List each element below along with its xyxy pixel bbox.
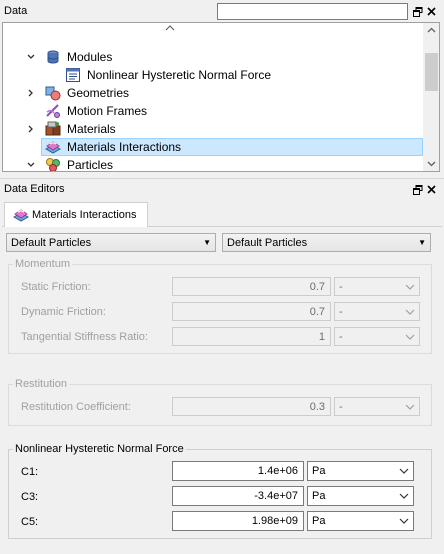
close-icon	[427, 7, 436, 16]
unit-value: -	[339, 330, 343, 343]
unit-value: -	[339, 305, 343, 318]
database-icon	[45, 49, 61, 65]
chevron-down-icon[interactable]	[25, 51, 37, 63]
tree-item-nonlinear-hysteretic-normal-force[interactable]: Nonlinear Hysteretic Normal Force	[3, 66, 439, 84]
c5-input[interactable]: 1.98e+09	[172, 511, 304, 531]
c1-unit-select[interactable]: Pa	[307, 461, 414, 481]
scroll-up-indicator[interactable]	[163, 23, 177, 33]
chevron-down-icon	[427, 161, 436, 167]
tree-item-materials[interactable]: Materials	[3, 120, 439, 138]
data-panel-title: Data	[4, 5, 28, 17]
restitution-coefficient-label: Restitution Coefficient:	[21, 401, 131, 413]
scroll-up-button[interactable]	[423, 23, 439, 37]
particle-b-select[interactable]: Default Particles ▼	[222, 233, 431, 252]
c3-label: C3:	[21, 491, 39, 503]
tangential-stiffness-ratio-label: Tangential Stiffness Ratio:	[21, 331, 148, 343]
restitution-title: Restitution	[13, 378, 69, 390]
materials-interactions-icon	[12, 207, 30, 223]
chevron-up-icon	[165, 25, 175, 31]
dropdown-arrow-icon: ▼	[203, 238, 211, 247]
tab-label: Materials Interactions	[32, 209, 137, 221]
close-panel-button[interactable]	[426, 6, 437, 17]
chevron-right-icon[interactable]	[25, 87, 37, 99]
close-panel-button[interactable]	[426, 184, 437, 195]
chevron-down-icon	[405, 284, 415, 290]
tree-item-label: Particles	[67, 158, 114, 172]
chevron-right-icon[interactable]	[25, 123, 37, 135]
dynamic-friction-input[interactable]: 0.7	[172, 302, 331, 321]
geometries-icon	[45, 85, 61, 101]
chevron-down-icon	[399, 468, 409, 474]
c3-unit-select[interactable]: Pa	[307, 486, 414, 506]
unit-value: -	[339, 400, 343, 413]
static-friction-unit-select[interactable]: -	[334, 277, 420, 296]
c1-label: C1:	[21, 466, 39, 478]
static-friction-input[interactable]: 0.7	[172, 277, 331, 296]
restitution-coefficient-input[interactable]: 0.3	[172, 397, 331, 416]
tree-item-label: Motion Frames	[67, 104, 148, 118]
tree-item-label: Nonlinear Hysteretic Normal Force	[87, 68, 272, 82]
dynamic-friction-unit-select[interactable]: -	[334, 302, 420, 321]
chevron-down-icon	[399, 493, 409, 499]
particle-a-select[interactable]: Default Particles ▼	[6, 233, 216, 252]
tree-item-label: Materials Interactions	[67, 140, 182, 154]
chevron-down-icon[interactable]	[25, 159, 37, 171]
tree-item-materials-interactions[interactable]: Materials Interactions	[3, 138, 439, 156]
restitution-coefficient-unit-select[interactable]: -	[334, 397, 420, 416]
tree-item-label: Modules	[67, 50, 113, 64]
tab-materials-interactions[interactable]: Materials Interactions	[4, 202, 148, 227]
unit-value: Pa	[312, 465, 326, 477]
nonlinear-hysteretic-title: Nonlinear Hysteretic Normal Force	[13, 443, 186, 455]
restore-window-icon	[412, 6, 422, 17]
float-panel-button[interactable]	[412, 6, 423, 17]
data-editors-title: Data Editors	[4, 183, 65, 195]
particle-b-value: Default Particles	[227, 236, 308, 249]
dynamic-friction-label: Dynamic Friction:	[21, 306, 106, 318]
tree-item-particles[interactable]: Particles	[3, 156, 439, 172]
particle-a-value: Default Particles	[11, 236, 92, 249]
float-panel-button[interactable]	[412, 184, 423, 195]
tree-scrollbar[interactable]	[423, 23, 439, 171]
restore-window-icon	[412, 184, 422, 195]
c5-unit-select[interactable]: Pa	[307, 511, 414, 531]
chevron-down-icon	[405, 309, 415, 315]
tree-item-geometries[interactable]: Geometries	[3, 84, 439, 102]
scroll-thumb[interactable]	[425, 53, 438, 91]
tree-item-modules[interactable]: Modules	[3, 48, 439, 66]
tangential-stiffness-ratio-unit-select[interactable]: -	[334, 327, 420, 346]
c1-input[interactable]: 1.4e+06	[172, 461, 304, 481]
chevron-up-icon	[427, 27, 436, 33]
chevron-down-icon	[399, 518, 409, 524]
materials-interactions-icon	[44, 139, 62, 155]
unit-value: Pa	[312, 515, 326, 527]
materials-icon	[45, 121, 61, 137]
close-icon	[427, 185, 436, 194]
tree-item-label: Geometries	[67, 86, 130, 100]
unit-value: Pa	[312, 490, 326, 502]
dropdown-arrow-icon: ▼	[418, 238, 426, 247]
panel-splitter[interactable]	[0, 178, 444, 179]
tree-item-label: Materials	[67, 122, 116, 136]
chevron-down-icon	[405, 404, 415, 410]
c5-label: C5:	[21, 516, 39, 528]
unit-value: -	[339, 280, 343, 293]
tangential-stiffness-ratio-input[interactable]: 1	[172, 327, 331, 346]
motion-frames-icon	[45, 103, 61, 119]
data-tree[interactable]: Modules Nonlinear Hysteretic Normal Forc…	[2, 22, 440, 172]
chevron-down-icon	[405, 334, 415, 340]
tree-item-motion-frames[interactable]: Motion Frames	[3, 102, 439, 120]
momentum-title: Momentum	[13, 258, 73, 270]
scroll-down-button[interactable]	[423, 157, 439, 171]
particles-icon	[45, 157, 61, 171]
c3-input[interactable]: -3.4e+07	[172, 486, 304, 506]
static-friction-label: Static Friction:	[21, 281, 91, 293]
search-input[interactable]	[217, 3, 408, 20]
document-list-icon	[65, 67, 81, 83]
